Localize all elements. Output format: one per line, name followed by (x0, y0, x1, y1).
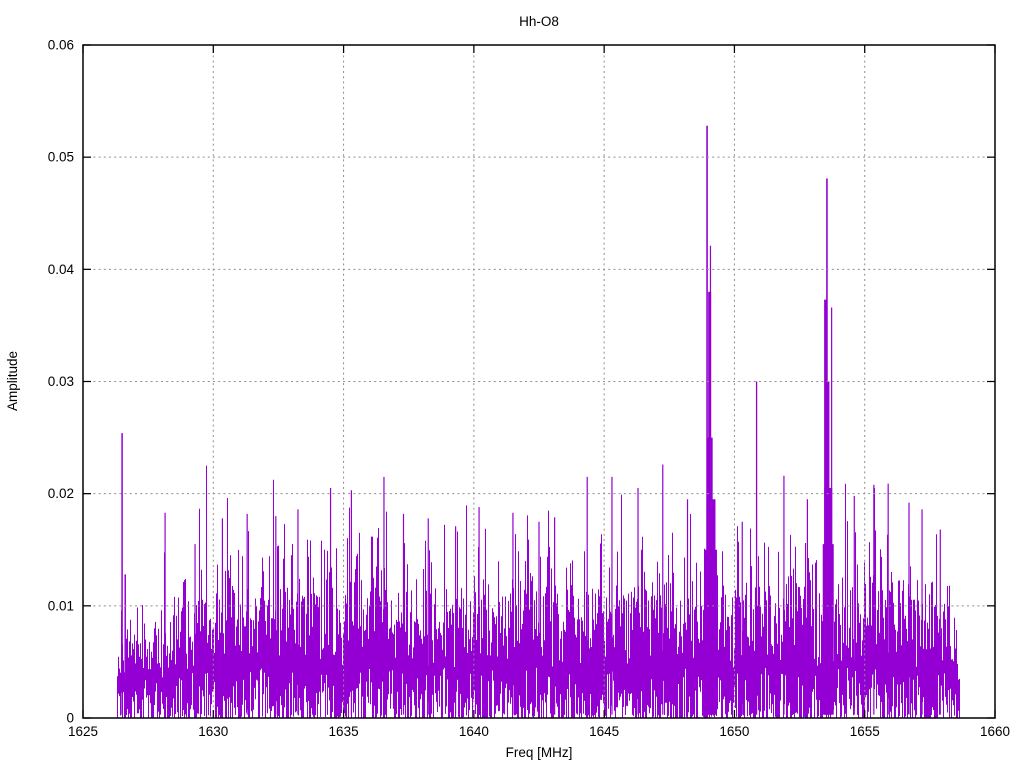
x-tick-label: 1640 (459, 724, 489, 739)
y-tick-label: 0.02 (48, 486, 74, 501)
spectrum-chart: 00.010.020.030.040.050.061625 1630 1635 164… (5, 14, 1010, 760)
chart-title: Hh-O8 (519, 14, 559, 29)
x-tick-label: 1655 (850, 724, 880, 739)
figure: 0 0.01 0.02 0.03 0.04 0.05 0.06 1625 1630 1635 164… (0, 0, 1024, 768)
x-tick-label: 1635 (329, 724, 359, 739)
x-tick-label: 1660 (980, 724, 1010, 739)
x-tick-label: 1630 (198, 724, 228, 739)
x-tick-label: 1625 (68, 724, 98, 739)
y-tick-label: 0.06 (48, 38, 74, 53)
y-tick-label: 0.03 (48, 374, 74, 389)
x-axis-label: Freq [MHz] (506, 745, 573, 760)
plot-area: 00.010.020.030.040.050.061625 1630 1635 164… (48, 38, 1010, 740)
y-tick-label: 0.04 (48, 262, 75, 277)
x-tick-label: 1645 (589, 724, 619, 739)
y-tick-label: 0.05 (48, 150, 74, 165)
x-tick-label: 1650 (719, 724, 749, 739)
y-tick-label: 0.01 (48, 598, 74, 613)
y-axis-label: Amplitude (5, 351, 20, 411)
